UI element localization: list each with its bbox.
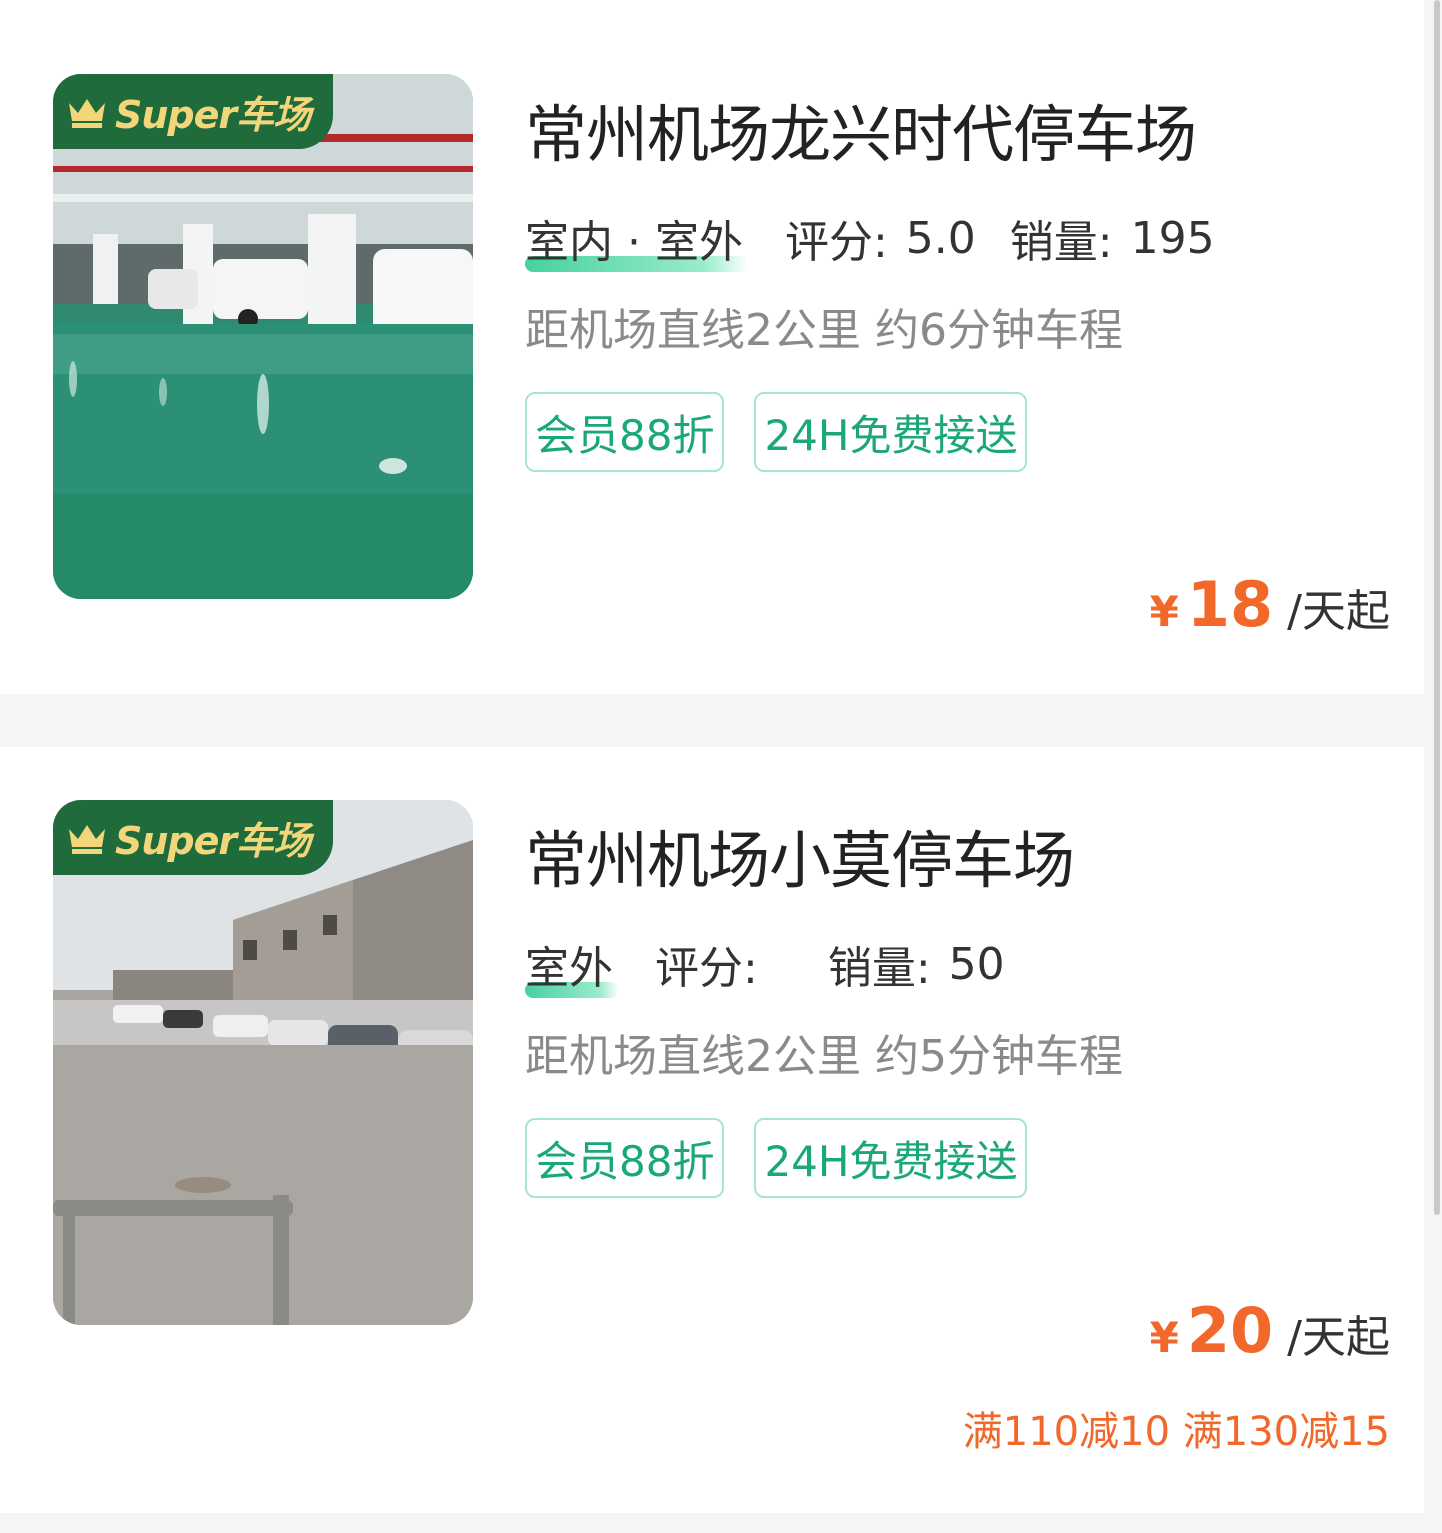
sales-value: 50 (948, 938, 1005, 990)
scrollbar[interactable] (1434, 0, 1440, 1215)
promo-discount: 满110减10 满130减15 (962, 1409, 1390, 1455)
crown-icon (69, 98, 105, 128)
price-amount: 20 (1186, 1294, 1274, 1367)
lot-meta: 室外 评分: 销量: 50 (525, 932, 1005, 998)
crown-icon (69, 824, 105, 854)
lot-title[interactable]: 常州机场小莫停车场 (525, 810, 1075, 900)
lot-type-label: 室外 (525, 943, 613, 994)
sales-label: 销量: (1009, 217, 1113, 268)
lot-type: 室内 · 室外 (525, 206, 749, 272)
rating-value: 5.0 (905, 212, 976, 264)
tag-free-shuttle: 24H免费接送 (754, 1118, 1028, 1198)
price-amount: 18 (1186, 568, 1274, 641)
super-lot-badge: Super车场 (53, 74, 333, 149)
tag-member-discount: 会员88折 (525, 1118, 725, 1198)
tag-free-shuttle: 24H免费接送 (754, 392, 1028, 472)
outdoor-lot-image (53, 800, 473, 1325)
lot-price: ¥ 18 /天起 (1150, 568, 1390, 641)
lot-title[interactable]: 常州机场龙兴时代停车场 (525, 84, 1197, 174)
sales-value: 195 (1130, 212, 1215, 264)
indoor-garage-image (53, 74, 473, 599)
lot-tags: 会员88折 24H免费接送 (525, 1118, 1028, 1198)
parking-lot-photo[interactable]: Super车场 (53, 74, 473, 599)
parking-lot-list: Super车场 常州机场龙兴时代停车场 室内 · 室外 评分: 5.0 销量: … (0, 0, 1442, 1533)
currency-symbol: ¥ (1149, 587, 1179, 636)
tag-member-discount: 会员88折 (525, 392, 725, 472)
lot-type: 室外 (525, 932, 619, 998)
lot-type-label: 室内 · 室外 (525, 217, 743, 268)
lot-price: ¥ 20 /天起 (1150, 1294, 1390, 1367)
parking-lot-card[interactable]: Super车场 常州机场小莫停车场 室外 评分: 销量: 50 距机场直线2公里… (0, 747, 1424, 1513)
currency-symbol: ¥ (1149, 1313, 1179, 1362)
badge-label: Super车场 (115, 93, 311, 137)
rating-label: 评分: (655, 943, 758, 994)
lot-info: 常州机场小莫停车场 室外 评分: 销量: 50 距机场直线2公里 约5分钟车程 … (525, 747, 1390, 1513)
badge-label: Super车场 (115, 819, 311, 863)
parking-lot-photo[interactable]: Super车场 (53, 800, 473, 1325)
sales-label: 销量: (827, 943, 931, 994)
lot-distance: 距机场直线2公里 约6分钟车程 (525, 305, 1123, 356)
price-unit: /天起 (1287, 586, 1390, 637)
price-unit: /天起 (1287, 1312, 1390, 1363)
lot-info: 常州机场龙兴时代停车场 室内 · 室外 评分: 5.0 销量: 195 距机场直… (525, 0, 1390, 694)
parking-lot-card[interactable]: Super车场 常州机场龙兴时代停车场 室内 · 室外 评分: 5.0 销量: … (0, 0, 1424, 694)
lot-tags: 会员88折 24H免费接送 (525, 392, 1028, 472)
lot-distance: 距机场直线2公里 约5分钟车程 (525, 1031, 1123, 1082)
super-lot-badge: Super车场 (53, 800, 333, 875)
lot-meta: 室内 · 室外 评分: 5.0 销量: 195 (525, 206, 1215, 272)
rating-label: 评分: (784, 217, 888, 268)
